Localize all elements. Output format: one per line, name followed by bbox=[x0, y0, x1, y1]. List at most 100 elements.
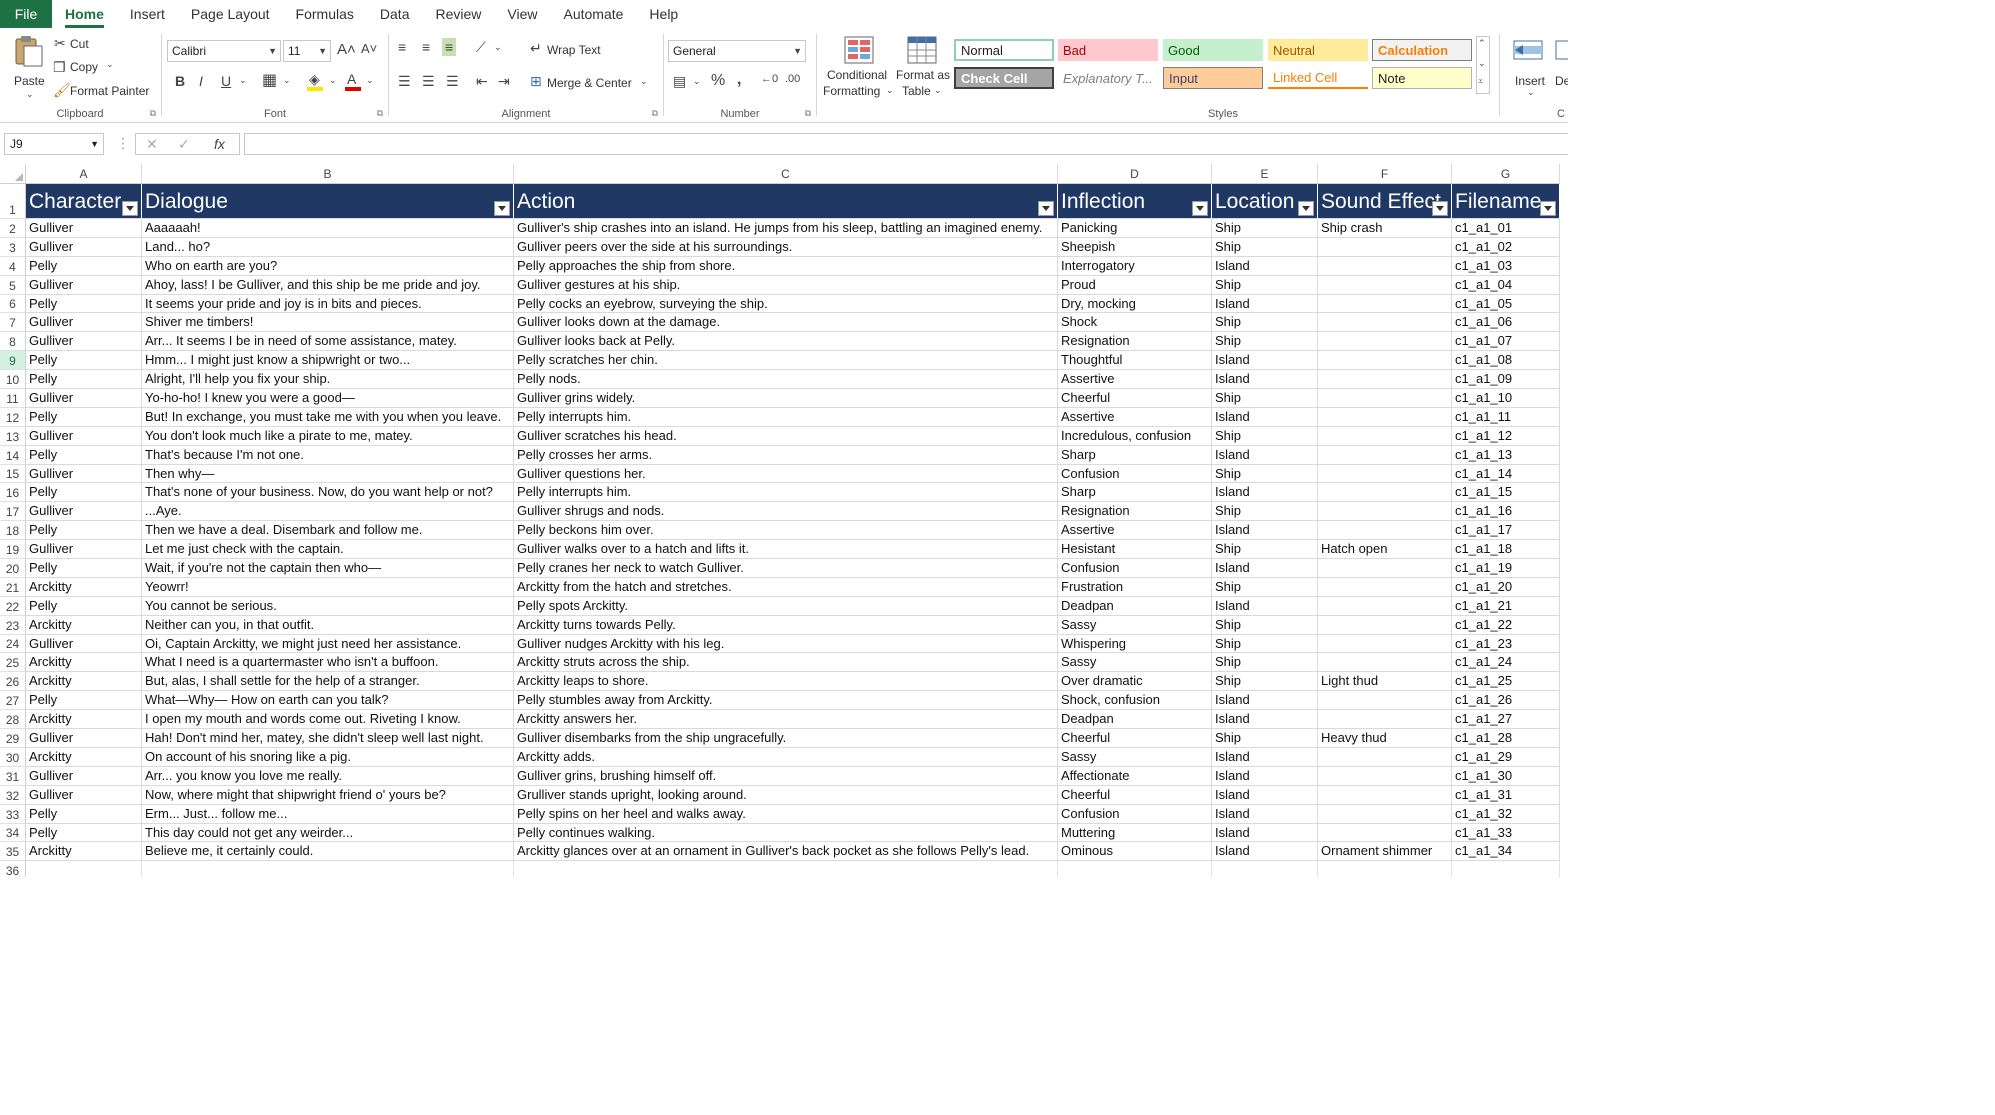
table-cell[interactable]: Pelly crosses her arms. bbox=[514, 445, 1058, 465]
style-bad[interactable]: Bad bbox=[1058, 39, 1158, 61]
table-cell[interactable]: Island bbox=[1212, 370, 1318, 390]
format-as-table-button[interactable]: Format as Table ⌄ bbox=[894, 34, 950, 100]
paste-button[interactable]: Paste ⌄ bbox=[8, 34, 48, 99]
table-cell[interactable]: Confusion bbox=[1058, 464, 1212, 484]
table-cell[interactable]: Let me just check with the captain. bbox=[142, 540, 514, 560]
row-header[interactable]: 25 bbox=[0, 653, 26, 673]
format-painter-button[interactable]: Format Painter bbox=[70, 84, 149, 98]
row-header[interactable]: 2 bbox=[0, 219, 26, 238]
table-cell[interactable]: c1_a1_23 bbox=[1452, 634, 1560, 654]
style-normal[interactable]: Normal bbox=[954, 39, 1054, 61]
bold-icon[interactable]: B bbox=[175, 74, 185, 88]
column-header-c[interactable]: C bbox=[514, 164, 1058, 184]
style-good[interactable]: Good bbox=[1163, 39, 1263, 61]
increase-indent-icon[interactable]: ⇥ bbox=[498, 74, 510, 88]
table-cell[interactable]: Believe me, it certainly could. bbox=[142, 842, 514, 862]
table-cell[interactable]: Ship bbox=[1212, 332, 1318, 352]
table-cell[interactable]: Arckitty leaps to shore. bbox=[514, 672, 1058, 692]
table-cell[interactable]: Pelly interrupts him. bbox=[514, 407, 1058, 427]
table-cell[interactable]: c1_a1_28 bbox=[1452, 729, 1560, 748]
table-cell[interactable]: Pelly bbox=[26, 407, 142, 427]
table-cell[interactable]: Deadpan bbox=[1058, 596, 1212, 616]
styles-gallery-scroll[interactable]: ⌃ ⌄ ⩡ bbox=[1476, 36, 1490, 94]
tab-insert[interactable]: Insert bbox=[117, 0, 178, 28]
table-cell[interactable]: c1_a1_29 bbox=[1452, 747, 1560, 767]
conditional-formatting-button[interactable]: Conditional Formatting ⌄ bbox=[822, 34, 894, 100]
table-cell[interactable]: Gulliver scratches his head. bbox=[514, 426, 1058, 446]
chevron-down-icon[interactable]: ⌄ bbox=[1478, 59, 1486, 68]
table-cell[interactable]: That's none of your business. Now, do yo… bbox=[142, 483, 514, 503]
table-cell[interactable] bbox=[1318, 596, 1452, 616]
table-cell[interactable] bbox=[1318, 483, 1452, 503]
table-cell[interactable]: Ship bbox=[1212, 634, 1318, 654]
table-cell[interactable]: Then why— bbox=[142, 464, 514, 484]
decrease-decimal-icon[interactable]: .00 bbox=[785, 74, 800, 85]
font-color-icon[interactable]: A bbox=[347, 72, 356, 86]
dialog-launcher-icon[interactable]: ⧉ bbox=[377, 108, 383, 119]
table-cell[interactable]: c1_a1_22 bbox=[1452, 615, 1560, 635]
table-cell[interactable]: Ship bbox=[1212, 729, 1318, 748]
table-cell[interactable]: Aaaaaah! bbox=[142, 219, 514, 238]
table-cell[interactable]: You cannot be serious. bbox=[142, 596, 514, 616]
table-cell[interactable]: Thoughtful bbox=[1058, 351, 1212, 371]
table-cell[interactable]: Ship bbox=[1212, 502, 1318, 522]
row-header[interactable]: 16 bbox=[0, 483, 26, 503]
table-cell[interactable]: c1_a1_27 bbox=[1452, 710, 1560, 730]
chevron-down-icon[interactable]: ⌄ bbox=[283, 76, 291, 85]
table-cell[interactable]: This day could not get any weirder... bbox=[142, 823, 514, 843]
table-cell[interactable]: Island bbox=[1212, 596, 1318, 616]
decrease-font-icon[interactable]: A˅ bbox=[361, 42, 377, 55]
table-cell[interactable] bbox=[1318, 615, 1452, 635]
dialog-launcher-icon[interactable]: ⧉ bbox=[150, 108, 156, 119]
table-cell[interactable]: Hah! Don't mind her, matey, she didn't s… bbox=[142, 729, 514, 748]
wrap-text-button[interactable]: Wrap Text bbox=[547, 43, 601, 57]
table-cell[interactable]: Arckitty bbox=[26, 615, 142, 635]
row-header[interactable]: 21 bbox=[0, 577, 26, 597]
italic-icon[interactable]: I bbox=[199, 74, 203, 88]
table-cell[interactable]: Pelly scratches her chin. bbox=[514, 351, 1058, 371]
table-cell[interactable]: What I need is a quartermaster who isn't… bbox=[142, 653, 514, 673]
chevron-down-icon[interactable]: ⌄ bbox=[366, 76, 374, 85]
table-cell[interactable]: Pelly beckons him over. bbox=[514, 521, 1058, 541]
table-cell[interactable]: Island bbox=[1212, 521, 1318, 541]
table-cell[interactable]: c1_a1_15 bbox=[1452, 483, 1560, 503]
table-cell[interactable] bbox=[1318, 577, 1452, 597]
table-cell[interactable] bbox=[1318, 370, 1452, 390]
table-cell[interactable]: Gulliver grins widely. bbox=[514, 389, 1058, 408]
table-cell[interactable]: Dry, mocking bbox=[1058, 294, 1212, 314]
table-cell[interactable]: Arckitty answers her. bbox=[514, 710, 1058, 730]
style-input[interactable]: Input bbox=[1163, 67, 1263, 89]
style-explanatory[interactable]: Explanatory T... bbox=[1058, 67, 1158, 89]
underline-icon[interactable]: U bbox=[221, 74, 231, 88]
table-cell[interactable]: Gulliver bbox=[26, 313, 142, 333]
row-header[interactable]: 6 bbox=[0, 294, 26, 314]
align-right-icon[interactable]: ☰ bbox=[446, 74, 459, 88]
table-cell[interactable]: Pelly bbox=[26, 559, 142, 578]
table-cell[interactable]: Gulliver bbox=[26, 540, 142, 560]
table-cell[interactable]: Who on earth are you? bbox=[142, 256, 514, 276]
table-cell[interactable] bbox=[1318, 823, 1452, 843]
filter-dropdown-icon[interactable] bbox=[1298, 201, 1314, 216]
row-header[interactable]: 26 bbox=[0, 672, 26, 692]
tab-home[interactable]: Home bbox=[52, 0, 117, 28]
style-check-cell[interactable]: Check Cell bbox=[954, 67, 1054, 89]
table-cell[interactable]: Grulliver stands upright, looking around… bbox=[514, 785, 1058, 805]
table-cell[interactable]: Land... ho? bbox=[142, 237, 514, 257]
row-header[interactable]: 12 bbox=[0, 407, 26, 427]
header-cell[interactable]: Dialogue bbox=[142, 184, 514, 219]
table-cell[interactable]: Island bbox=[1212, 785, 1318, 805]
table-cell[interactable]: Arckitty glances over at an ornament in … bbox=[514, 842, 1058, 862]
table-cell[interactable] bbox=[514, 861, 1058, 877]
table-cell[interactable] bbox=[1318, 691, 1452, 711]
table-cell[interactable]: Gulliver bbox=[26, 729, 142, 748]
table-cell[interactable]: Island bbox=[1212, 256, 1318, 276]
font-name-dropdown[interactable]: Calibri ▼ bbox=[167, 40, 281, 62]
table-cell[interactable]: Pelly bbox=[26, 483, 142, 503]
row-header[interactable]: 27 bbox=[0, 691, 26, 711]
column-header-b[interactable]: B bbox=[142, 164, 514, 184]
table-cell[interactable]: Sharp bbox=[1058, 483, 1212, 503]
row-header[interactable]: 22 bbox=[0, 596, 26, 616]
table-cell[interactable]: What—Why— How on earth can you talk? bbox=[142, 691, 514, 711]
row-header[interactable]: 8 bbox=[0, 332, 26, 352]
table-cell[interactable]: Gulliver bbox=[26, 766, 142, 786]
